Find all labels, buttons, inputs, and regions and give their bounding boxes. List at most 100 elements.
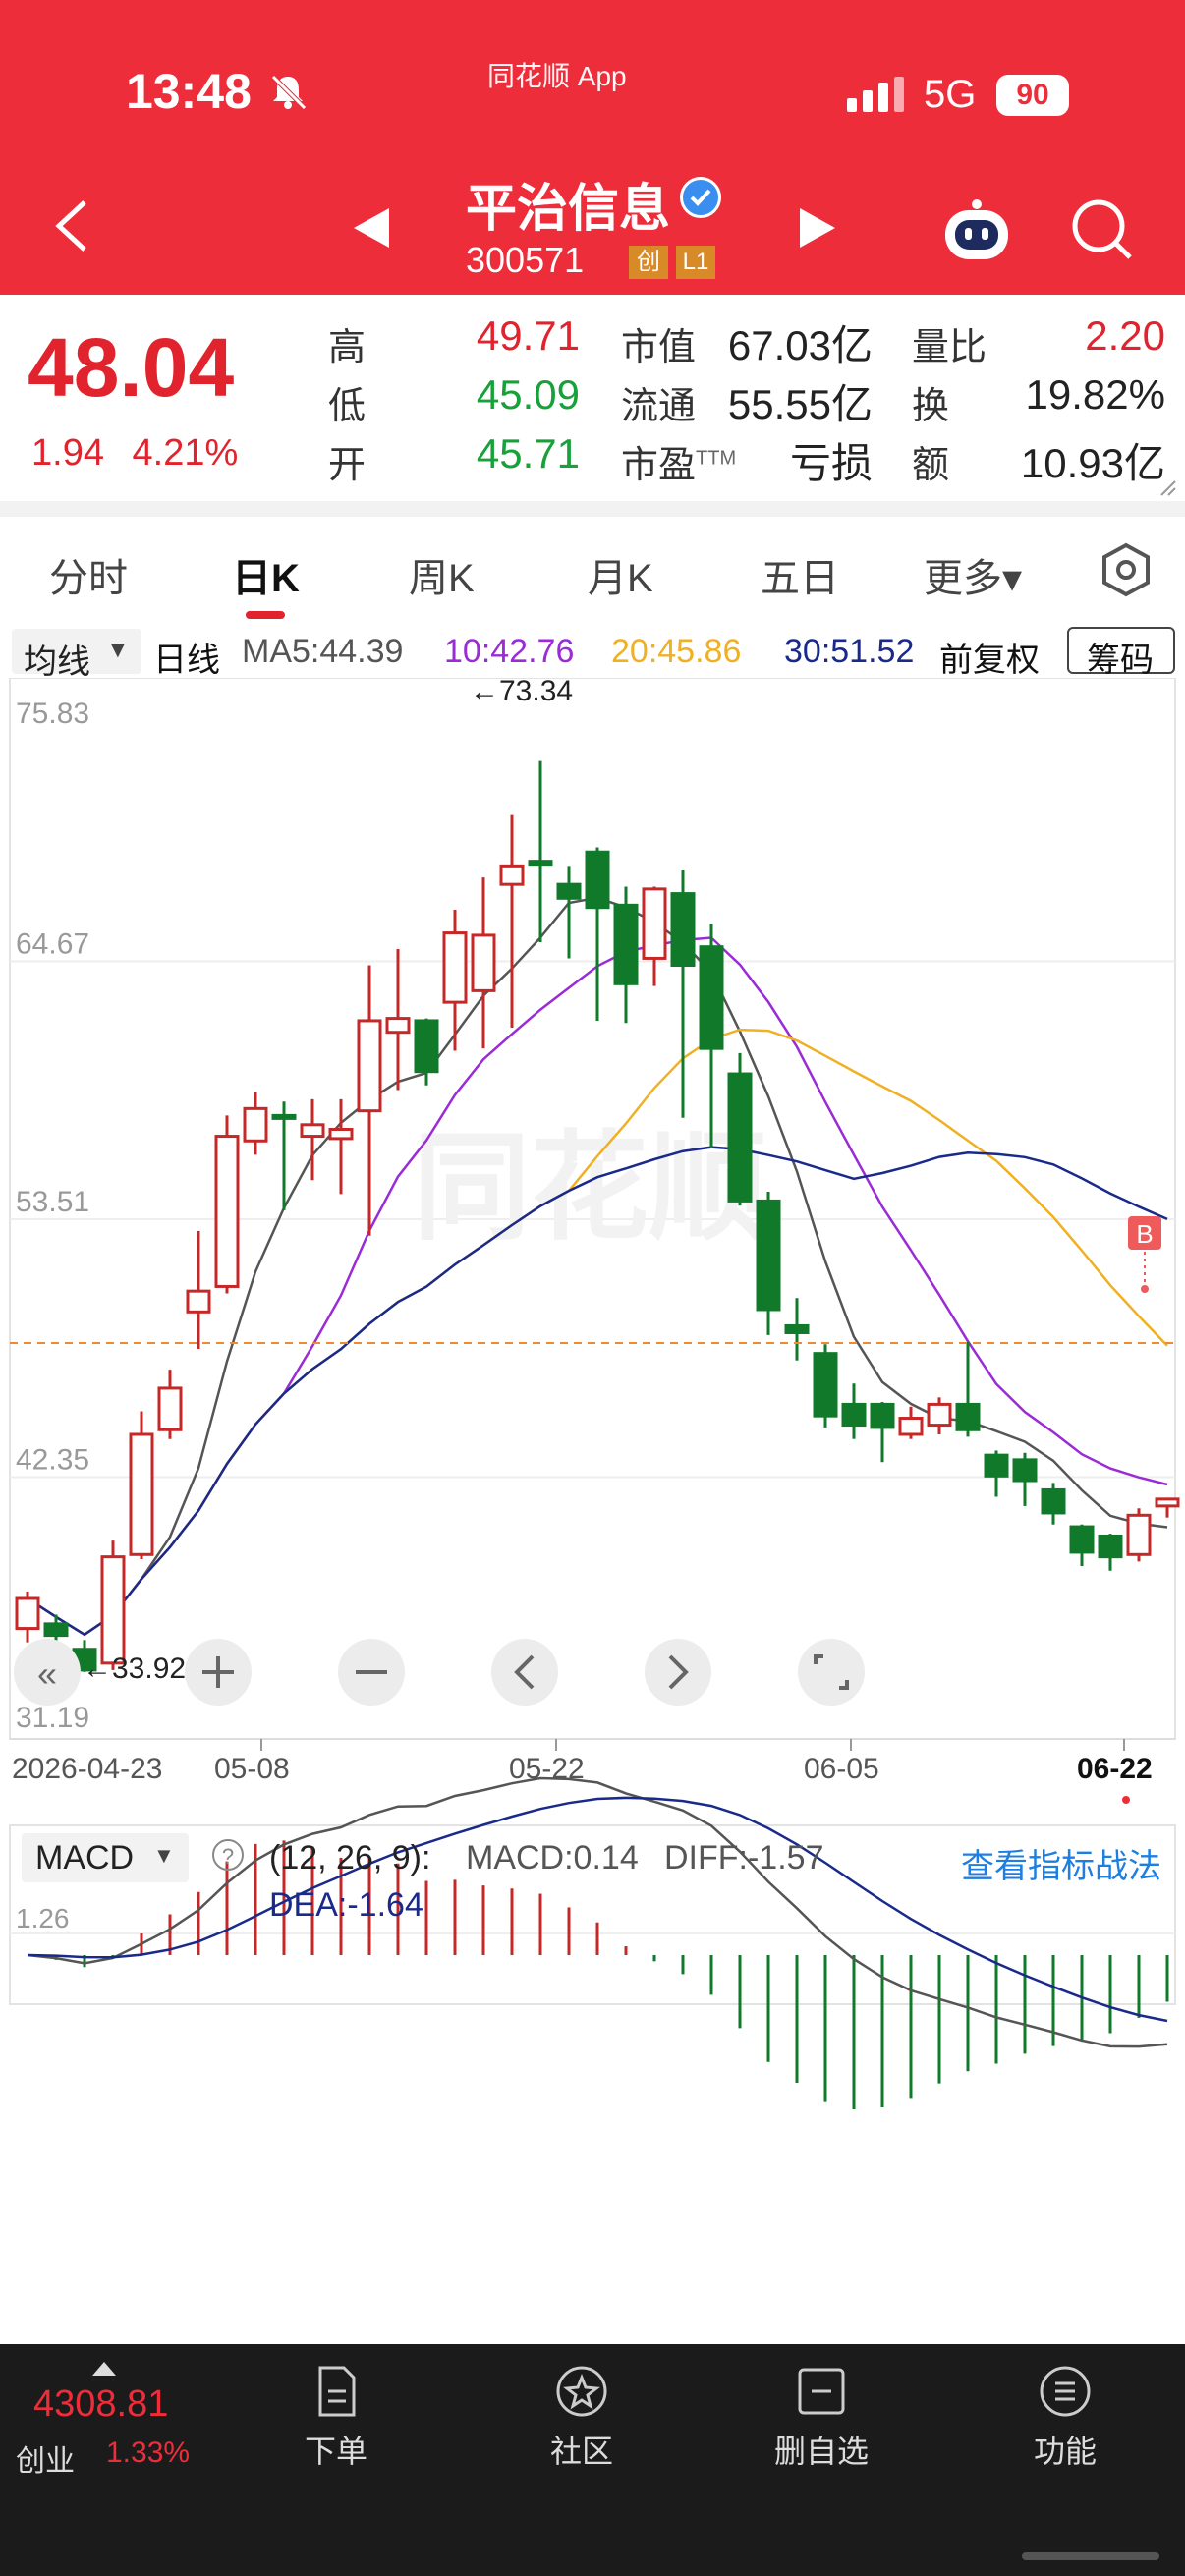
macd-header: MACD ▼ ? (12, 26, 9): MACD:0.14 DIFF:-1.… — [0, 1827, 1185, 1924]
tab-weekly-k[interactable]: 周K — [409, 546, 475, 603]
active-tab-indicator — [246, 611, 285, 619]
settings-hexagon-icon[interactable] — [1097, 540, 1156, 599]
ma5-value: MA5:44.39 — [242, 633, 404, 670]
battery-indicator: 90 — [996, 75, 1069, 116]
document-icon — [318, 2366, 356, 2417]
nav-remove-watchlist[interactable]: 删自选 — [753, 2362, 890, 2472]
candle — [129, 1411, 154, 1560]
tab-daily-k[interactable]: 日K — [232, 546, 300, 603]
macd-select-label: MACD — [35, 1839, 135, 1876]
y-tick-label: 64.67 — [16, 928, 89, 961]
high-value: 49.71 — [476, 312, 580, 359]
low-label: 低 — [328, 386, 367, 427]
float-label: 流通 — [621, 386, 697, 427]
ma-select-dropdown[interactable]: 均线 ▼ — [12, 629, 141, 681]
nav-functions-label: 功能 — [1033, 2434, 1097, 2469]
change-amount: 1.94 — [31, 432, 104, 474]
watermark-text: 同花顺 — [413, 1122, 766, 1254]
x-tick-label: 05-08 — [214, 1753, 290, 1785]
indicator-strategy-link[interactable]: 查看指标战法 — [961, 1839, 1161, 1887]
level-tag: L1 — [676, 246, 715, 279]
home-indicator — [1022, 2552, 1159, 2560]
y-tick-label: 53.51 — [16, 1186, 89, 1218]
index-change: 1.33% — [106, 2436, 191, 2469]
macd-params: (12, 26, 9): — [269, 1839, 431, 1876]
mcap-value: 67.03亿 — [727, 322, 873, 368]
ma-select-label: 均线 — [24, 644, 90, 681]
chips-button-label: 筹码 — [1087, 642, 1154, 679]
fullscreen-button[interactable] — [798, 1639, 865, 1706]
macd-y-label: 1.26 — [16, 1903, 70, 1933]
nav-order[interactable]: 下单 — [267, 2362, 405, 2472]
diff-value: DIFF:-1.57 — [664, 1839, 824, 1876]
zoom-out-button[interactable] — [338, 1639, 405, 1706]
macd-select-dropdown[interactable]: MACD ▼ — [22, 1833, 189, 1882]
today-dot — [1122, 1796, 1130, 1804]
nav-community-label: 社区 — [549, 2434, 613, 2469]
change-percent: 4.21% — [132, 432, 239, 474]
macd-value: MACD:0.14 — [466, 1839, 639, 1876]
candle — [214, 1115, 240, 1294]
turnover-value: 19.82% — [1025, 371, 1165, 418]
chevron-down-icon: ▼ — [153, 1843, 175, 1868]
low-value: 45.09 — [476, 371, 580, 418]
pe-value: 亏损 — [789, 440, 873, 486]
adjust-mode[interactable]: 前复权 — [939, 633, 1040, 681]
stock-name: 平治信息 — [466, 181, 671, 238]
tab-monthly-k[interactable]: 月K — [588, 546, 653, 603]
expand-up-icon — [92, 2362, 116, 2376]
index-ticker[interactable]: 4308.81 创业 1.33% — [0, 2344, 197, 2576]
x-tick-label: 06-22 — [1077, 1753, 1153, 1785]
nav-functions[interactable]: 功能 — [996, 2362, 1134, 2472]
kline-chart[interactable]: 同花顺 75.83 64.67 53.51 42.35 31.19 ←73.34 ←33… — [0, 678, 1185, 2348]
open-value: 45.71 — [476, 430, 580, 476]
scroll-left-button[interactable] — [491, 1639, 558, 1706]
turnover-label: 换 — [912, 386, 950, 427]
volume-ratio-label: 量比 — [912, 327, 988, 368]
ma20-value: 20:45.86 — [611, 633, 742, 670]
scroll-left-fast-button[interactable]: « — [14, 1639, 81, 1706]
x-tick-label: 06-05 — [804, 1753, 879, 1785]
section-divider — [0, 501, 1185, 517]
scroll-right-button[interactable] — [645, 1639, 711, 1706]
prev-stock-button[interactable] — [354, 208, 389, 248]
max-price-marker: ←73.34 — [470, 678, 573, 707]
tab-intraday[interactable]: 分时 — [49, 546, 128, 603]
tab-five-day[interactable]: 五日 — [761, 546, 839, 603]
app-root: 13:48 同花顺 App 5G 90 平治信息 300571 创 L1 48.… — [0, 0, 1185, 2576]
b-signal-label: B — [1136, 1219, 1153, 1249]
ma10-value: 10:42.76 — [444, 633, 575, 670]
pe-label-text: 市盈 — [621, 445, 697, 486]
ma-indicator-row: 均线 ▼ 日线 MA5:44.39 10:42.76 20:45.86 30:5… — [0, 625, 1185, 681]
mcap-label: 市值 — [621, 327, 697, 368]
robot-assistant-icon[interactable] — [939, 196, 1014, 265]
board-tag: 创 — [629, 246, 668, 279]
signal-icon — [847, 77, 904, 112]
back-button[interactable] — [47, 196, 96, 255]
y-tick-label: 42.35 — [16, 1444, 89, 1477]
candle — [1126, 1508, 1152, 1562]
candle — [813, 1344, 838, 1428]
help-icon[interactable]: ? — [210, 1837, 246, 1873]
y-tick-label: 75.83 — [16, 698, 89, 730]
ma-period: 日线 — [153, 642, 220, 679]
status-time: 13:48 — [126, 64, 252, 119]
next-stock-button[interactable] — [800, 208, 835, 248]
volume-ratio-value: 2.20 — [1085, 312, 1165, 359]
y-tick-label: 31.19 — [16, 1702, 89, 1734]
svg-text:?: ? — [222, 1844, 234, 1869]
index-name: 创业 — [16, 2445, 75, 2478]
resize-corner-icon — [1160, 480, 1176, 496]
min-price-marker: ←33.92 — [83, 1652, 186, 1685]
ma30-value: 30:51.52 — [784, 633, 915, 670]
community-star-icon — [556, 2366, 607, 2417]
amount-value: 10.93亿 — [1020, 440, 1165, 486]
open-label: 开 — [328, 445, 367, 486]
nav-community[interactable]: 社区 — [513, 2362, 650, 2472]
tab-more[interactable]: 更多▾ — [924, 546, 1022, 603]
candle — [100, 1540, 126, 1670]
chips-button[interactable]: 筹码 — [1067, 627, 1175, 679]
search-icon[interactable] — [1069, 196, 1134, 261]
amount-label: 额 — [912, 445, 950, 486]
zoom-in-button[interactable] — [185, 1639, 252, 1706]
